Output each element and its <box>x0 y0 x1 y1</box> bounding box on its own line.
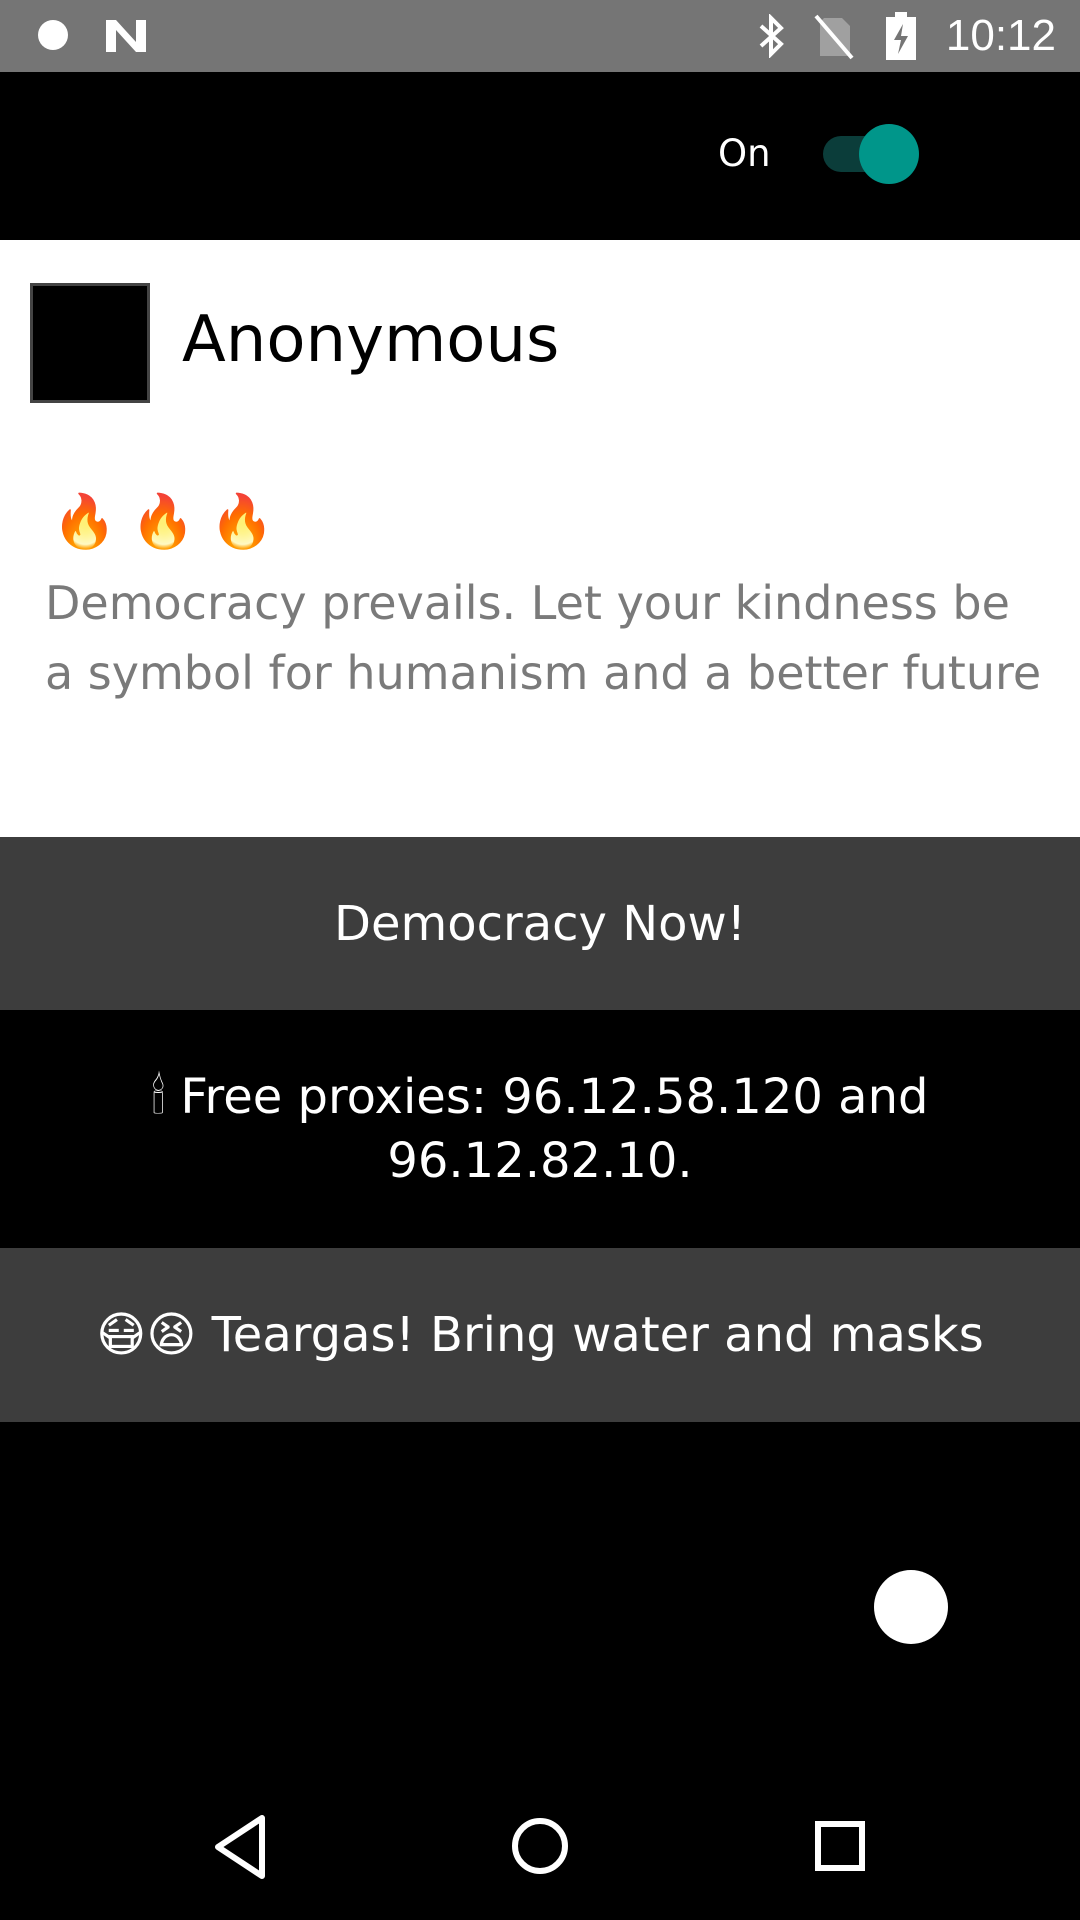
battery-charging-icon <box>886 12 916 60</box>
status-clock: 10:12 <box>945 11 1056 60</box>
no-sim-icon <box>814 14 854 60</box>
n-notification-icon <box>106 20 146 52</box>
banner-text: 😷😫 Teargas! Bring water and masks <box>96 1307 984 1363</box>
notification-dot-icon <box>38 20 68 50</box>
banner-text: 🕯 Free proxies: 96.12.58.120 and 96.12.8… <box>151 1069 929 1189</box>
recents-icon[interactable] <box>810 1814 870 1878</box>
banner-teargas[interactable]: 😷😫 Teargas! Bring water and masks <box>0 1248 1080 1422</box>
toggle-label: On <box>718 132 771 175</box>
post-card[interactable]: Anonymous 🔥🔥🔥 Democracy prevails. Let yo… <box>0 240 1080 837</box>
status-bar: 10:12 <box>0 0 1080 72</box>
app-bar: On <box>0 72 1080 240</box>
home-icon[interactable] <box>510 1814 570 1878</box>
banner-free-proxies[interactable]: 🕯 Free proxies: 96.12.58.120 and 96.12.8… <box>0 1010 1080 1248</box>
bluetooth-icon <box>759 14 784 58</box>
avatar <box>30 283 150 403</box>
banner-democracy-now[interactable]: Democracy Now! <box>0 837 1080 1010</box>
on-off-toggle[interactable] <box>823 124 923 184</box>
banner-text: Democracy Now! <box>334 895 746 952</box>
author-name: Anonymous <box>182 303 560 377</box>
toggle-thumb <box>859 124 919 184</box>
fire-emoji-row: 🔥🔥🔥 <box>52 492 289 552</box>
navigation-bar <box>0 1776 1080 1920</box>
floating-action-button[interactable] <box>874 1570 948 1644</box>
post-text: Democracy prevails. Let your kindness be… <box>45 576 1042 700</box>
back-icon[interactable] <box>212 1814 268 1880</box>
